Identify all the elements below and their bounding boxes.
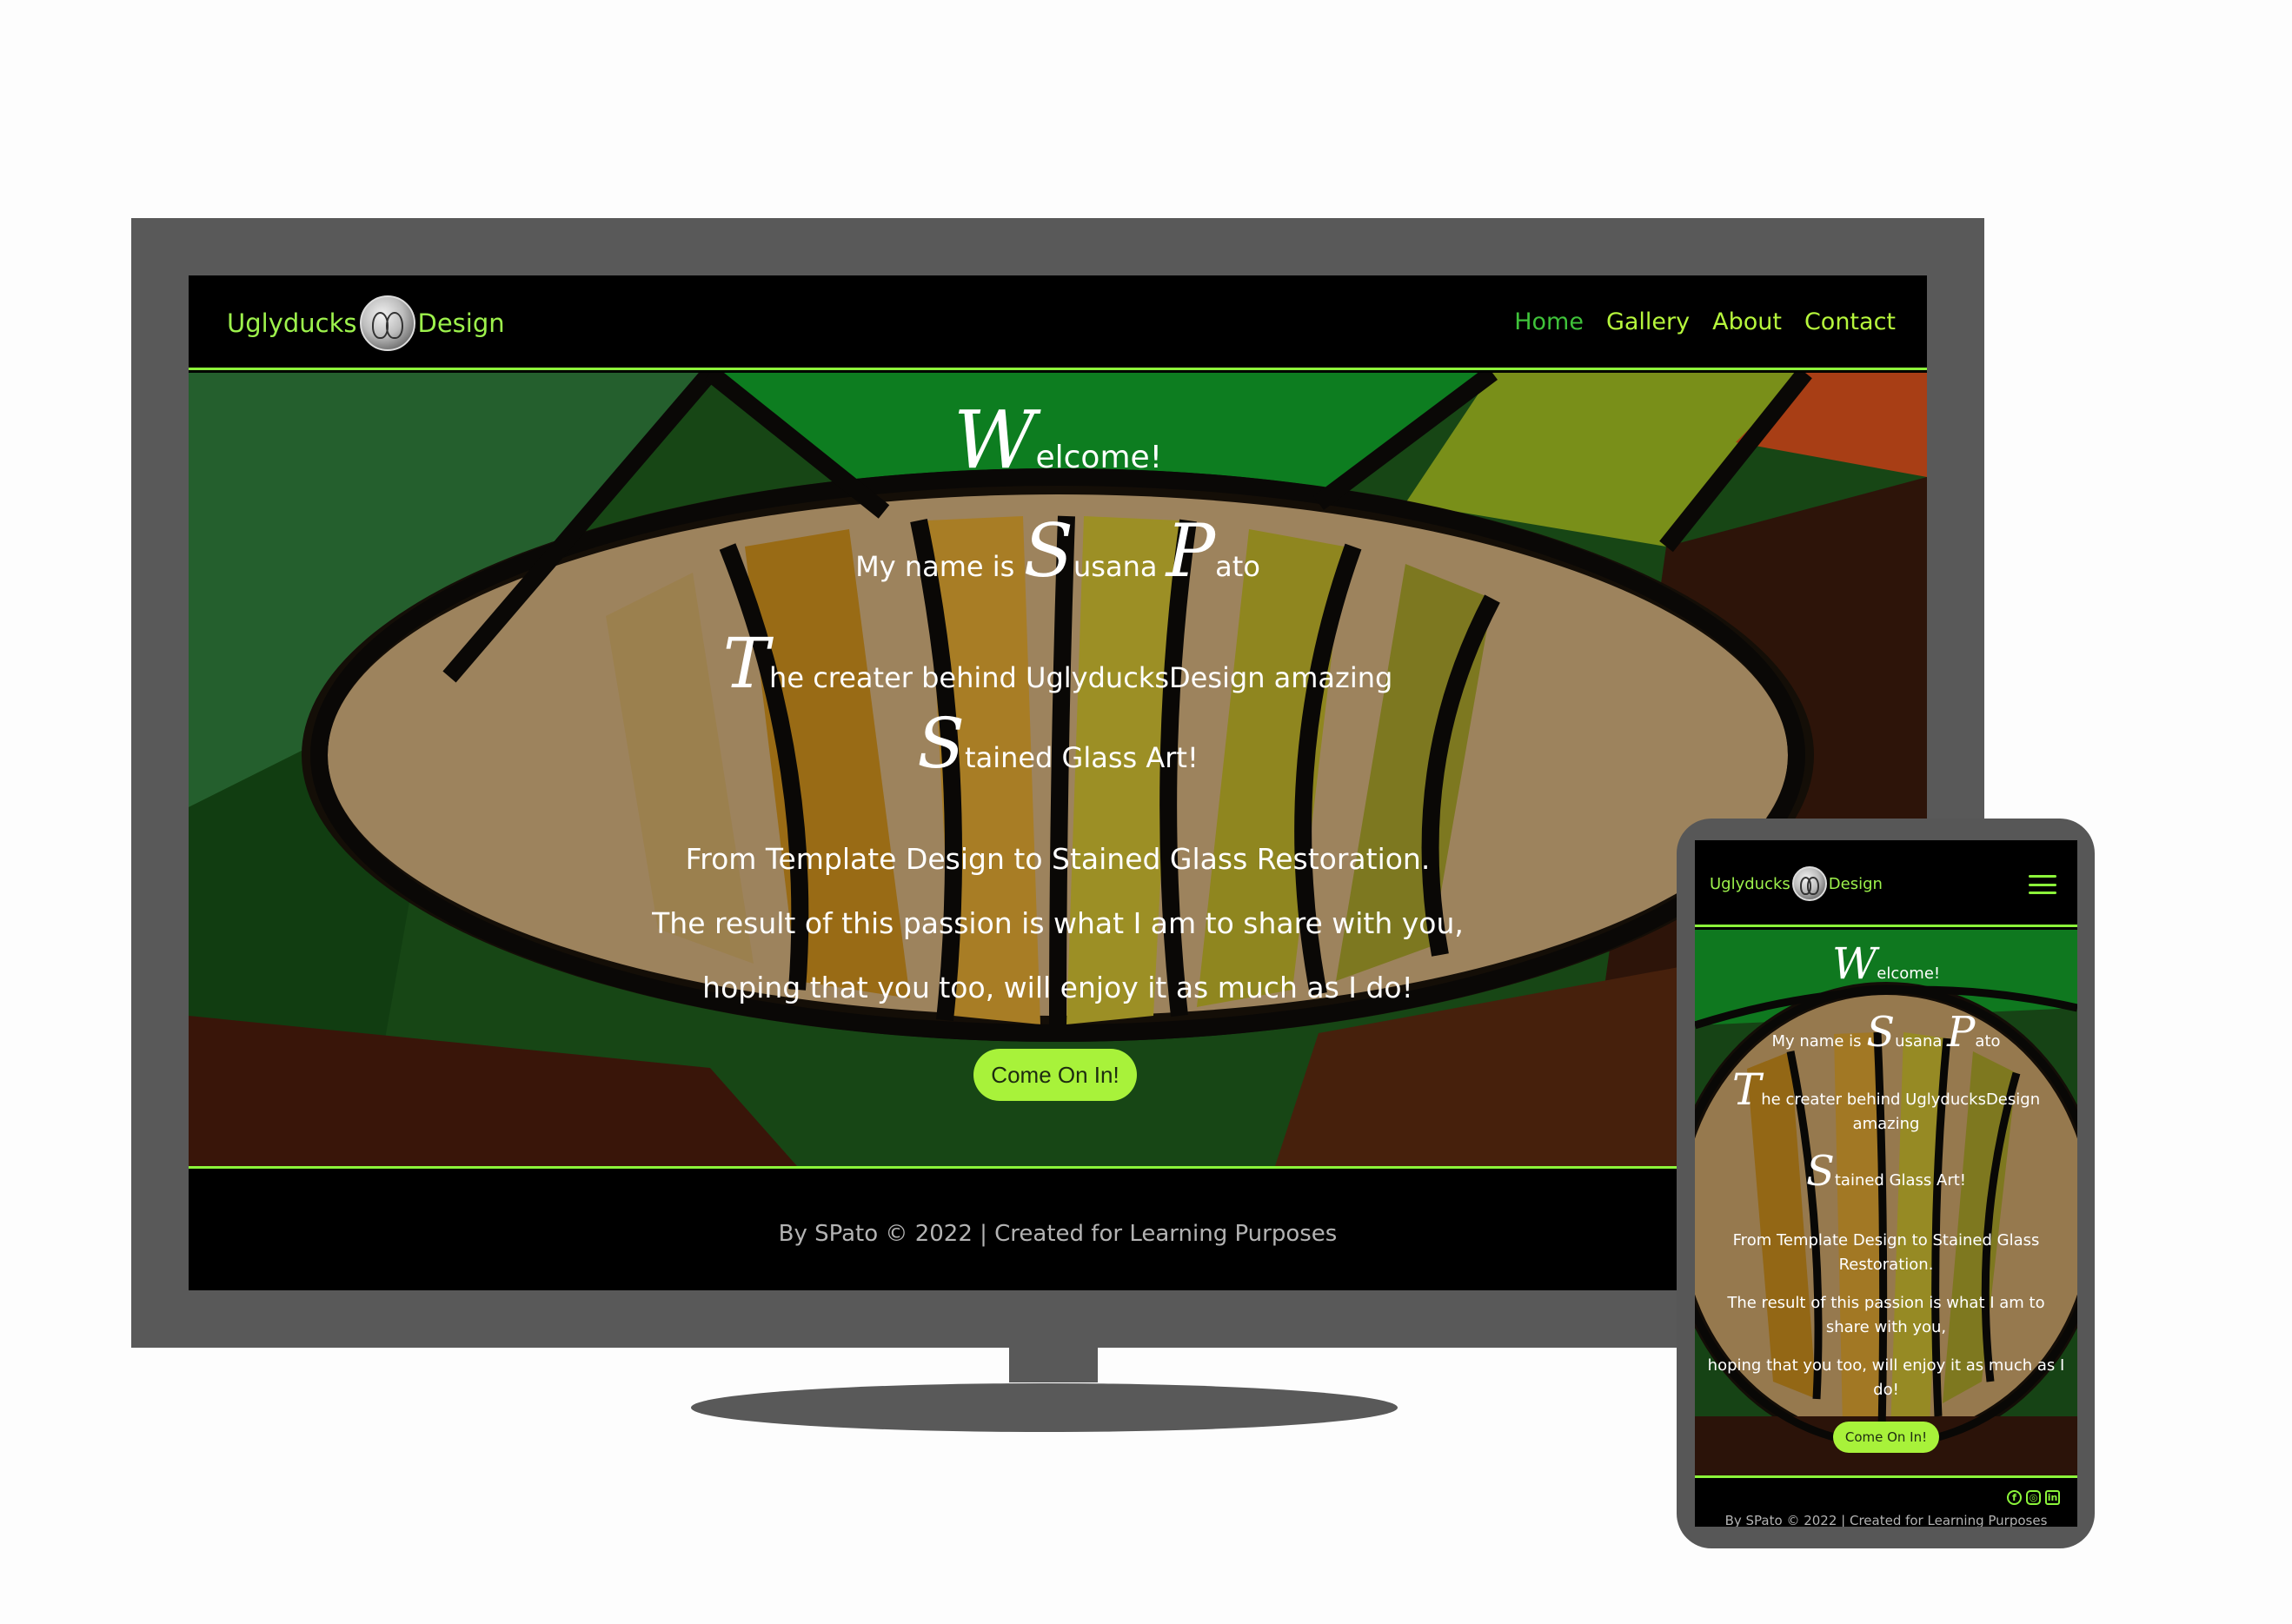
mobile-stained-initial: S	[1805, 1147, 1835, 1196]
mobile-creator-rest: he creater behind UglyducksDesign amazin…	[1761, 1090, 2041, 1133]
monitor-stand-base	[691, 1383, 1398, 1432]
mobile-hero-section: Welcome! My name is Susana Pato The crea…	[1695, 930, 2077, 1475]
intro-paragraph-1: From Template Design to Stained Glass Re…	[685, 842, 1431, 876]
welcome-initial: W	[953, 394, 1036, 487]
stained-rest: tained Glass Art!	[965, 741, 1199, 774]
mobile-screen: Uglyducks Design Welcome! My name is Sus…	[1695, 840, 2077, 1527]
mobile-name-prefix: My name is	[1771, 1032, 1867, 1051]
mobile-creator-heading: The creater behind UglyducksDesign amazi…	[1704, 1068, 2069, 1137]
intro-paragraph-3: hoping that you too, will enjoy it as mu…	[702, 971, 1413, 1004]
name-heading: My name is Susana Pato	[189, 508, 1927, 593]
nav-link-home[interactable]: Home	[1514, 308, 1584, 335]
duck-logo-icon	[359, 295, 415, 351]
mobile-last-name-rest: ato	[1975, 1032, 2001, 1051]
intro-paragraph-2: The result of this passion is what I am …	[652, 906, 1464, 940]
mobile-last-name-initial: P	[1947, 1008, 1976, 1057]
mobile-welcome-rest: elcome!	[1877, 964, 1941, 983]
brand-name-left: Uglyducks	[227, 308, 357, 338]
mobile-welcome-initial: W	[1831, 938, 1877, 989]
mobile-footer: f ◎ in By SPato © 2022 | Created for Lea…	[1695, 1475, 2077, 1527]
desktop-navbar: Uglyducks Design Home Gallery About Cont…	[189, 275, 1927, 370]
brand-name-right: Design	[417, 308, 505, 338]
mobile-phone-mockup: Uglyducks Design Welcome! My name is Sus…	[1677, 819, 2095, 1548]
first-name-rest: usana	[1073, 550, 1166, 583]
stained-heading: Stained Glass Art!	[189, 703, 1927, 784]
mobile-brand-logo-link[interactable]: Uglyducks Design	[1710, 866, 1883, 901]
nav-link-contact[interactable]: Contact	[1804, 308, 1896, 335]
nav-link-about[interactable]: About	[1712, 308, 1782, 335]
facebook-icon[interactable]: f	[2007, 1490, 2022, 1505]
mobile-hero-content: Welcome! My name is Susana Pato The crea…	[1695, 930, 2077, 1475]
mobile-first-name-initial: S	[1866, 1008, 1896, 1057]
monitor-stand-neck	[1009, 1348, 1098, 1382]
mobile-stained-rest: tained Glass Art!	[1834, 1171, 1967, 1190]
creator-rest: he creater behind UglyducksDesign amazin…	[769, 661, 1393, 694]
mobile-creator-initial: T	[1731, 1064, 1762, 1115]
mobile-first-name-rest: usana	[1895, 1032, 1948, 1051]
stained-initial: S	[917, 703, 966, 784]
brand-logo-link[interactable]: Uglyducks Design	[227, 293, 505, 354]
hamburger-menu-icon[interactable]	[2029, 875, 2056, 894]
mobile-stained-heading: Stained Glass Art!	[1704, 1147, 2069, 1196]
mobile-footer-copyright: By SPato © 2022 | Created for Learning P…	[1724, 1513, 2048, 1527]
hero-section: Welcome! My name is Susana Pato The crea…	[189, 373, 1927, 1166]
welcome-rest: elcome!	[1035, 440, 1163, 475]
footer-copyright: By SPato © 2022 | Created for Learning P…	[778, 1221, 1338, 1247]
hero-content: Welcome! My name is Susana Pato The crea…	[189, 373, 1927, 1166]
nav-link-gallery[interactable]: Gallery	[1606, 308, 1690, 335]
welcome-heading: Welcome!	[189, 394, 1927, 487]
mobile-welcome-heading: Welcome!	[1704, 938, 2069, 989]
nav-menu: Home Gallery About Contact	[1514, 308, 1896, 335]
first-name-initial: S	[1023, 508, 1074, 593]
linkedin-icon[interactable]: in	[2045, 1490, 2060, 1505]
mobile-name-heading: My name is Susana Pato	[1704, 1008, 2069, 1057]
mobile-intro-paragraph-1: From Template Design to Stained Glass Re…	[1732, 1231, 2040, 1274]
creator-initial: T	[722, 623, 770, 704]
name-prefix: My name is	[855, 550, 1024, 583]
mobile-come-on-in-button[interactable]: Come On In!	[1833, 1422, 1939, 1453]
desktop-footer: By SPato © 2022 | Created for Learning P…	[189, 1166, 1927, 1290]
last-name-rest: ato	[1215, 550, 1260, 583]
mobile-intro-paragraph-3: hoping that you too, will enjoy it as mu…	[1707, 1356, 2065, 1399]
mobile-brand-name-left: Uglyducks	[1710, 874, 1790, 893]
mobile-duck-logo-icon	[1791, 866, 1827, 901]
desktop-screen: Uglyducks Design Home Gallery About Cont…	[189, 275, 1927, 1290]
mobile-intro-paragraph-2: The result of this passion is what I am …	[1727, 1294, 2045, 1336]
last-name-initial: P	[1166, 508, 1216, 593]
mobile-navbar: Uglyducks Design	[1695, 840, 2077, 927]
mobile-brand-name-right: Design	[1828, 874, 1883, 893]
instagram-icon[interactable]: ◎	[2026, 1490, 2041, 1505]
social-links: f ◎ in	[2007, 1490, 2060, 1505]
come-on-in-button[interactable]: Come On In!	[973, 1049, 1137, 1101]
